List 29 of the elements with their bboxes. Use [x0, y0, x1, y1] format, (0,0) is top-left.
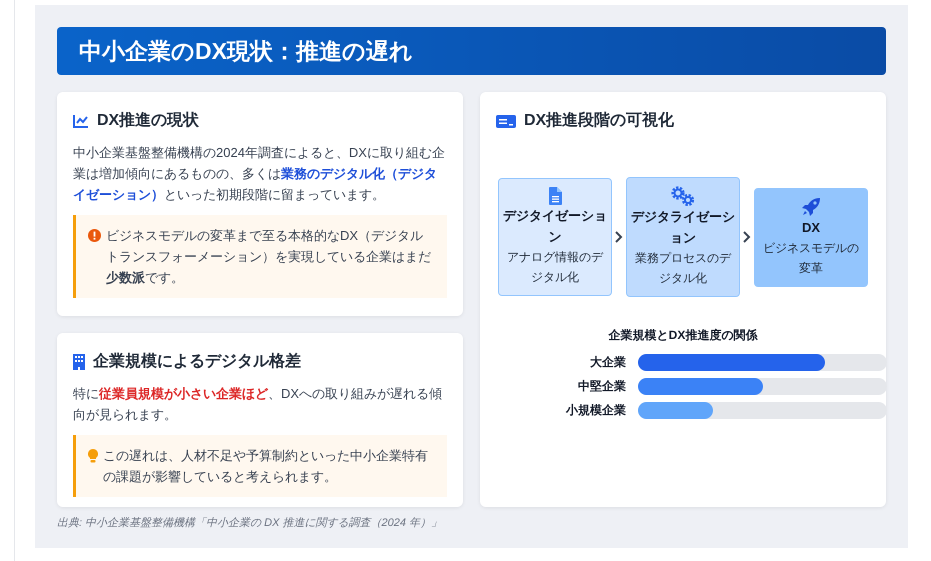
card-text: 特に従業員規模が小さい企業ほど、DXへの取り組みが遅れる傾向が見られます。	[73, 385, 444, 424]
bar-label: 小規模企業	[564, 402, 626, 419]
stage-description: アナログ情報のデジタル化	[506, 249, 604, 286]
bar-label: 中堅企業	[577, 378, 626, 395]
stage-name: デジタライゼーション	[631, 208, 735, 247]
chart-title: 企業規模とDX推進度の関係	[607, 327, 759, 344]
gears-icon	[670, 186, 696, 206]
card-title: DX推進段階の可視化	[524, 110, 674, 131]
card-title: 企業規模によるデジタル格差	[93, 352, 301, 372]
chevron-icon	[615, 231, 623, 243]
chevron-icon	[743, 231, 751, 243]
stage-name: DX	[802, 218, 820, 236]
lightbulb-icon	[88, 449, 98, 463]
document-icon	[548, 187, 562, 205]
slide-title: 中小企業のDX現状：推進の遅れ	[57, 27, 886, 75]
exclamation-icon	[88, 229, 101, 242]
rocket-icon	[801, 196, 821, 216]
card-text: 中小企業基盤整備機構の2024年調査によると、DXに取り組む企業は増加傾向にあるものの、多くは業務のデジタル化（デジタイゼーション）といった初期段階に留まっています。	[73, 144, 446, 204]
stage-name: デジタイゼーション	[503, 207, 607, 246]
source-note: 出典: 中小企業基盤整備機構「中小企業の DX 推進に関する調査（2024 年）」	[57, 516, 444, 530]
building-icon	[73, 354, 85, 370]
card-title: DX推進の現状	[97, 110, 200, 131]
line-chart-icon	[73, 114, 89, 128]
bar-label: 大企業	[589, 354, 626, 371]
monitor-icon	[496, 114, 516, 128]
stage-description: 業務プロセスのデジタル化	[634, 250, 732, 287]
callout-text: ビジネスモデルの変革まで至る本格的なDX（デジタルトランスフォーメーション）を実現している企業はまだ少数派です。	[106, 227, 432, 287]
stage-description: ビジネスモデルの変革	[762, 240, 860, 276]
callout-text: この遅れは、人材不足や予算制約といった中小企業特有の課題が影響していると考えられます。	[103, 447, 429, 486]
